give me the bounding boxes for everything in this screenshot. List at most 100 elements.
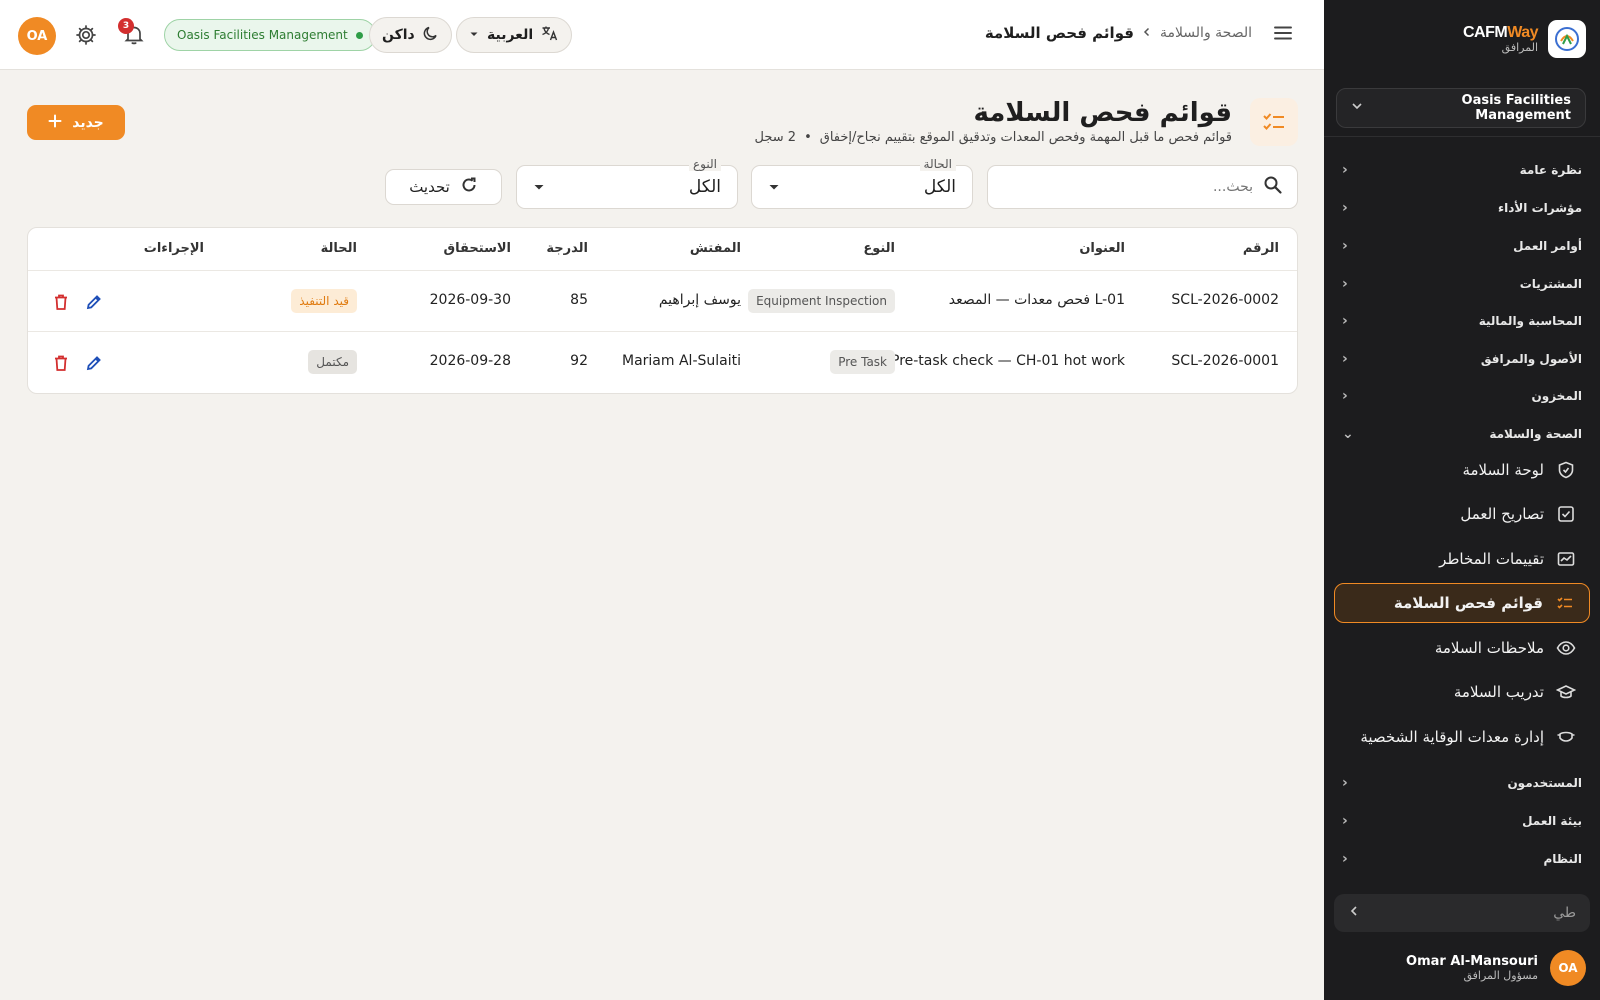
column-header-status[interactable]: الحالة [321, 241, 357, 256]
chevron-left-icon: ‹ [1342, 276, 1348, 292]
breadcrumb-current: قوائم فحص السلامة [984, 24, 1134, 42]
bullet-separator: • [804, 130, 812, 145]
column-header-inspector[interactable]: المفتش [690, 241, 741, 256]
org-status-badge[interactable]: Oasis Facilities Management [164, 19, 376, 51]
chevron-left-icon: ‹ [1342, 162, 1348, 178]
delete-icon[interactable] [51, 292, 71, 312]
cell-due: 2026-09-28 [429, 353, 511, 369]
caret-down-icon [768, 178, 780, 197]
chevron-left-icon: ‹ [1342, 851, 1348, 867]
type-filter-label: النوع [689, 157, 721, 171]
new-checklist-button[interactable]: جديد [27, 105, 125, 140]
column-header-score[interactable]: الدرجة [546, 241, 588, 256]
sidebar-section-inventory[interactable]: المخزون ‹ [1342, 381, 1582, 411]
language-selector[interactable]: العربية [456, 17, 573, 53]
chevron-down-icon [1351, 100, 1363, 116]
cell-number: SCL-2026-0001 [1171, 353, 1279, 369]
chevron-left-icon: ‹ [1342, 313, 1348, 329]
user-avatar: OA [1550, 950, 1586, 986]
sidebar-section-environment[interactable]: بيئة العمل ‹ [1342, 806, 1582, 836]
sidebar-section-work-orders[interactable]: أوامر العمل ‹ [1342, 231, 1582, 261]
cell-due: 2026-09-30 [429, 292, 511, 308]
cell-inspector: Mariam Al-Sulaiti [622, 353, 741, 369]
mask-icon [1556, 727, 1576, 747]
refresh-icon [460, 176, 478, 198]
sidebar-item-safety-training[interactable]: تدريب السلامة [1334, 672, 1590, 712]
cell-score: 85 [570, 292, 588, 308]
type-chip: Equipment Inspection [748, 289, 895, 313]
page-subtitle: قوائم فحص ما قبل المهمة وفحص المعدات وتد… [755, 130, 1232, 145]
checklist-icon [1250, 98, 1298, 146]
sidebar-item-safety-observations[interactable]: ملاحظات السلامة [1334, 628, 1590, 668]
notification-count-badge: 3 [118, 18, 134, 34]
type-filter-select[interactable]: النوع الكل [516, 157, 738, 209]
theme-toggle-button[interactable]: داكن [369, 17, 452, 53]
sidebar-section-system[interactable]: النظام ‹ [1342, 844, 1582, 874]
column-header-number[interactable]: الرقم [1243, 241, 1279, 256]
chevron-left-icon: ‹ [1342, 200, 1348, 216]
record-count: 2 سجل [754, 130, 797, 145]
edit-icon[interactable] [84, 353, 104, 373]
breadcrumb-parent-link[interactable]: الصحة والسلامة [1160, 25, 1252, 41]
sidebar-item-ppe-management[interactable]: إدارة معدات الوقاية الشخصية [1334, 717, 1590, 757]
chevron-down-icon: ⌄ [1342, 426, 1354, 442]
cell-number: SCL-2026-0002 [1171, 292, 1279, 308]
table-header-row: الرقم العنوان النوع المفتش الدرجة الاستح… [28, 228, 1297, 271]
sidebar-section-users[interactable]: المستخدمون ‹ [1342, 768, 1582, 798]
graduation-cap-icon [1556, 682, 1576, 702]
brand-name: CAFMWay [1462, 24, 1539, 42]
shield-icon [1556, 460, 1576, 480]
refresh-button[interactable]: تحديث [385, 169, 502, 205]
translate-icon [541, 25, 559, 45]
delete-icon[interactable] [51, 353, 71, 373]
table-row[interactable]: SCL-2026-0001 Pre-task check — CH-01 hot… [28, 332, 1297, 393]
org-status-label: Oasis Facilities Management [177, 28, 348, 42]
sidebar-item-safety-checklists[interactable]: قوائم فحص السلامة [1334, 583, 1590, 623]
eye-icon [1556, 638, 1576, 658]
sidebar-item-safety-dashboard[interactable]: لوحة السلامة [1334, 450, 1590, 490]
column-header-actions: الإجراءات [143, 241, 204, 256]
sidebar-section-procurement[interactable]: المشتريات ‹ [1342, 269, 1582, 299]
sidebar-item-risk-assessments[interactable]: تقييمات المخاطر [1334, 539, 1590, 579]
status-filter-select[interactable]: الحالة الكل [751, 157, 973, 209]
caret-down-icon [533, 178, 545, 197]
new-button-label: جديد [72, 114, 104, 131]
gear-icon[interactable] [73, 22, 99, 48]
brand-logo-icon [1548, 20, 1586, 58]
chevron-left-icon: ‹ [1342, 388, 1348, 404]
hamburger-menu-icon[interactable] [1272, 22, 1294, 48]
online-dot-icon [355, 31, 363, 39]
sidebar-section-assets[interactable]: الأصول والمرافق ‹ [1342, 344, 1582, 374]
sidebar-section-overview[interactable]: نظرة عامة ‹ [1342, 155, 1582, 185]
chevron-left-icon [1142, 25, 1152, 41]
edit-icon[interactable] [84, 292, 104, 312]
sidebar-item-work-permits[interactable]: تصاريح العمل [1334, 494, 1590, 534]
sidebar-section-kpi[interactable]: مؤشرات الأداء ‹ [1342, 193, 1582, 223]
sidebar-divider [1324, 136, 1600, 137]
status-badge: مكتمل [308, 350, 357, 374]
status-filter-label: الحالة [919, 157, 956, 171]
org-selector[interactable]: Oasis Facilities Management [1336, 88, 1586, 128]
sidebar: CAFMWay المرافق Oasis Facilities Managem… [1324, 0, 1600, 1000]
chevron-left-icon [1348, 905, 1360, 921]
checklist-icon [1555, 593, 1575, 613]
theme-label: داكن [382, 27, 415, 43]
column-header-title[interactable]: العنوان [1079, 241, 1125, 256]
table-row[interactable]: SCL-2026-0002 فحص معدات — المصعد L-01 Eq… [28, 271, 1297, 332]
column-header-due[interactable]: الاستحقاق [444, 241, 511, 256]
sidebar-collapse-button[interactable]: طي [1334, 894, 1590, 932]
brand[interactable]: CAFMWay المرافق [1463, 18, 1586, 60]
sidebar-section-accounting[interactable]: المحاسبة والمالية ‹ [1342, 306, 1582, 336]
sidebar-collapse-label: طي [1553, 905, 1576, 921]
search-input[interactable] [1013, 179, 1253, 195]
sidebar-section-hse[interactable]: الصحة والسلامة ⌄ [1342, 419, 1582, 449]
column-header-type[interactable]: النوع [863, 241, 895, 256]
current-user[interactable]: OA Omar Al-Mansouri مسؤول المرافق [1406, 950, 1586, 986]
cell-title: Pre-task check — CH-01 hot work [891, 353, 1125, 369]
cell-inspector: يوسف إبراهيم [658, 292, 741, 308]
type-filter-value: الكل [688, 177, 721, 197]
page-title: قوائم فحص السلامة [973, 98, 1232, 128]
search-field[interactable] [987, 165, 1298, 209]
avatar[interactable]: OA [18, 17, 56, 55]
status-badge: قيد التنفيذ [291, 289, 357, 313]
